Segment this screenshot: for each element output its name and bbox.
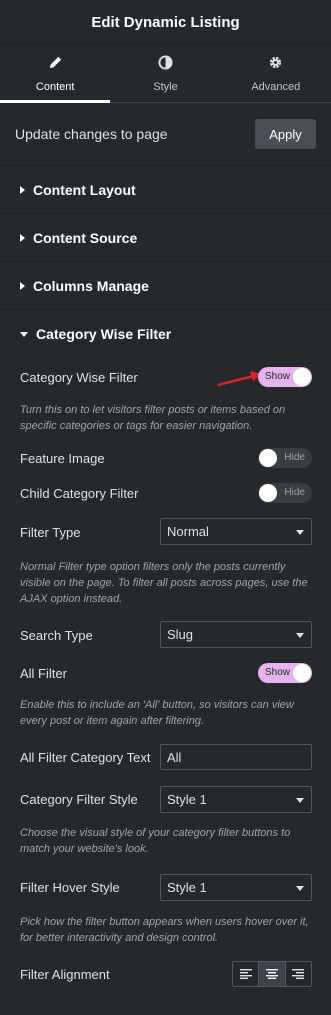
search-type-label: Search Type [20,628,93,643]
all-filter-label: All Filter [20,666,67,681]
filter-hover-style-description: Pick how the filter button appears when … [20,916,309,944]
tab-bar: Content Style Advanced [0,45,331,103]
select-value: Style 1 [167,792,207,807]
child-category-filter-label: Child Category Filter [20,486,139,501]
section-content-layout[interactable]: Content Layout [0,166,331,214]
category-filter-style-label: Category Filter Style [20,792,138,807]
section-title: Content Layout [33,181,136,198]
tab-label: Style [153,80,178,93]
category-wise-filter-toggle[interactable]: Show [258,367,312,387]
all-filter-description: Enable this to include an 'All' button, … [20,699,294,727]
section-columns-manage[interactable]: Columns Manage [0,262,331,310]
child-category-filter-toggle[interactable]: Hide [258,483,312,503]
contrast-icon [158,54,173,73]
toggle-knob [259,449,277,467]
caret-right-icon [20,281,25,290]
align-right-icon [292,969,305,979]
select-value: Slug [167,627,194,642]
search-type-select[interactable]: Slug [160,621,312,648]
select-value: Style 1 [167,880,207,895]
toggle-state-label: Show [265,667,291,678]
filter-alignment-group [232,961,312,987]
toggle-knob [293,368,311,386]
apply-button[interactable]: Apply [255,119,316,149]
filter-alignment-label: Filter Alignment [20,967,110,982]
section-title: Columns Manage [33,277,149,294]
section-category-wise-filter[interactable]: Category Wise Filter [0,310,331,358]
toggle-knob [293,664,311,682]
category-filter-style-description: Choose the visual style of your category… [20,827,291,855]
panel-header: Edit Dynamic Listing [0,0,331,45]
tab-advanced[interactable]: Advanced [221,45,331,102]
chevron-down-icon [296,886,304,891]
feature-image-label: Feature Image [20,451,105,466]
align-center-button[interactable] [259,962,286,986]
filter-type-label: Filter Type [20,525,81,540]
align-right-button[interactable] [286,962,311,986]
all-filter-toggle[interactable]: Show [258,663,312,683]
gear-icon [268,55,283,73]
feature-image-toggle[interactable]: Hide [258,448,312,468]
chevron-down-icon [296,798,304,803]
select-value: Normal [167,524,209,539]
caret-down-icon [20,331,28,337]
update-changes-text: Update changes to page [15,126,168,142]
align-left-button[interactable] [233,962,260,986]
all-filter-category-text-label: All Filter Category Text [20,750,151,765]
chevron-down-icon [296,633,304,638]
toggle-knob [259,484,277,502]
caret-right-icon [20,233,25,242]
chevron-down-icon [296,530,304,535]
category-filter-style-select[interactable]: Style 1 [160,786,312,813]
panel-title: Edit Dynamic Listing [91,13,240,31]
filter-type-select[interactable]: Normal [160,518,312,545]
filter-hover-style-select[interactable]: Style 1 [160,874,312,901]
tab-content[interactable]: Content [0,45,111,103]
tab-label: Content [35,80,75,93]
filter-type-description: Normal Filter type option filters only t… [20,561,308,605]
section-content-source[interactable]: Content Source [0,214,331,262]
toggle-state-label: Hide [284,452,305,463]
tab-label: Advanced [251,80,301,93]
toggle-state-label: Hide [284,487,305,498]
caret-right-icon [20,185,25,194]
category-wise-filter-description: Turn this on to let visitors filter post… [20,404,286,432]
section-title: Category Wise Filter [36,326,172,342]
section-title: Content Source [33,229,138,246]
update-changes-row: Update changes to page Apply [0,103,331,166]
toggle-state-label: Show [265,371,291,382]
pencil-icon [48,55,63,73]
tab-style[interactable]: Style [110,45,220,102]
filter-hover-style-label: Filter Hover Style [20,880,120,895]
align-center-icon [265,969,278,979]
align-left-icon [239,969,252,979]
category-wise-filter-label: Category Wise Filter [20,370,138,385]
all-filter-category-text-input[interactable] [160,744,312,770]
